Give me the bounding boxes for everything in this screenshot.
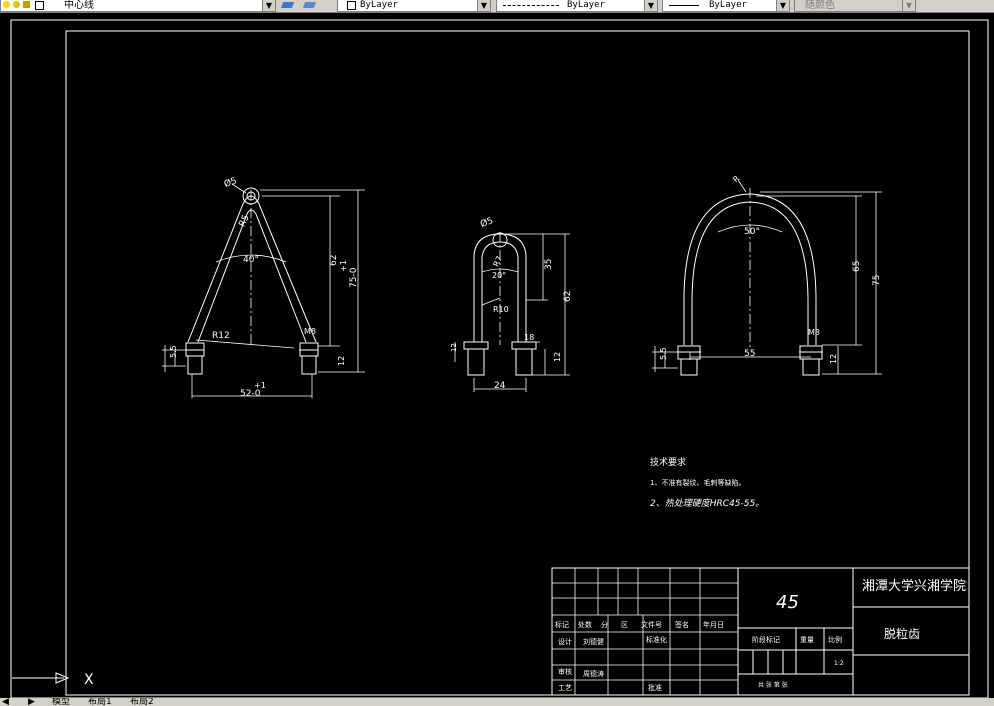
header-docno: 文件号 (641, 620, 662, 629)
dim-angle: 40° (243, 255, 259, 265)
sun-icon (13, 1, 20, 8)
layout-tabs: ◀ ▶ 模型 布局1 布局2 (0, 698, 994, 706)
ucs-icon: X (12, 672, 94, 688)
plotstyle-value: 随颜色 (805, 0, 835, 11)
dim-b1: 12 (553, 352, 562, 362)
row-std: 标准化 (646, 635, 667, 644)
material-label: 45 (776, 592, 799, 613)
dim-r2: R12 (212, 331, 230, 341)
left-view: Ø5 R5 40° 62 +1 75-0 R12 M8 +1 52-0 12 5… (162, 175, 365, 399)
layer-dropdown[interactable]: 中心线 ▼ (0, 0, 276, 12)
lineweight-preview-icon (669, 5, 699, 6)
scale-label: 比例 (828, 635, 842, 644)
dim-h2: 62 (563, 291, 573, 302)
lineweight-dropdown[interactable]: ByLayer ▼ (662, 0, 790, 12)
right-view-dims (652, 179, 882, 375)
chevron-down-icon[interactable]: ▼ (644, 0, 657, 11)
header-zone: 分 (601, 620, 608, 629)
color-swatch-icon (35, 1, 44, 10)
dim-h1: 65 (852, 261, 862, 272)
linetype-value: ByLayer (567, 0, 605, 10)
dim-h2: 75 (872, 275, 882, 286)
middle-view-dims (454, 232, 570, 392)
drawing-canvas[interactable]: Ø5 R5 40° 62 +1 75-0 R12 M8 +1 52-0 12 5… (0, 12, 994, 702)
dim-h2-tol: +1 (339, 260, 348, 272)
right-view: R 50° 65 75 M8 55 12 5.5 (652, 174, 882, 376)
color-swatch-icon (347, 1, 356, 10)
lightbulb-icon (3, 1, 10, 8)
dim-dia: Ø5 (479, 215, 495, 230)
layer-name: 中心线 (64, 0, 94, 11)
tab-nav-next-icon[interactable]: ▶ (28, 698, 35, 706)
dim-m: M8 (808, 328, 820, 337)
dim-r2: R10 (493, 305, 509, 314)
dim-w: 24 (494, 381, 506, 391)
title-block-labels: 45 湘潭大学兴湘学院 脱粒齿 标记 处数 分 区 文件号 签名 年月日 设计 … (555, 578, 966, 692)
dim-h1: 35 (544, 259, 554, 270)
dim-b3: 18 (524, 333, 534, 342)
row-design-name: 刘德健 (583, 637, 604, 646)
layer-previous-button[interactable] (302, 0, 318, 11)
lineweight-value: ByLayer (709, 0, 747, 10)
tab-layout1[interactable]: 布局1 (88, 698, 112, 706)
color-dropdown[interactable]: ByLayer ▼ (337, 0, 491, 12)
tab-nav-first-icon[interactable]: ◀ (2, 698, 9, 706)
lock-icon (23, 1, 30, 8)
middle-view: Ø5 R7 20° R10 35 62 18 12 12 24 (450, 215, 573, 392)
tab-layout2[interactable]: 布局2 (130, 698, 154, 706)
sheet-info: 共 张 第 张 (758, 681, 788, 689)
left-view-outline (185, 187, 319, 375)
notes-title: 技术要求 (650, 456, 686, 468)
dim-r: R7 (492, 255, 505, 268)
header-count: 处数 (578, 620, 592, 629)
stage-mark: 阶段标记 (752, 635, 780, 644)
dim-dia: Ø5 (223, 175, 239, 190)
dim-b1: 12 (829, 354, 838, 364)
row-design: 设计 (558, 637, 572, 646)
left-view-labels: Ø5 R5 40° 62 +1 75-0 R12 M8 +1 52-0 12 5… (169, 175, 359, 399)
dim-w: 55 (744, 349, 755, 359)
school-name: 湘潭大学兴湘学院 (862, 578, 966, 594)
row-approve: 批准 (648, 683, 662, 692)
notes-line2: 2、热处理硬度HRC45-55。 (650, 498, 764, 509)
paper-border (10, 19, 989, 699)
layers-previous-icon (302, 2, 317, 8)
dim-h2: 75-0 (349, 267, 359, 288)
linetype-dropdown[interactable]: ByLayer ▼ (496, 0, 658, 12)
header-mark: 标记 (555, 620, 569, 629)
dim-b1: 12 (337, 356, 346, 366)
row-craft: 工艺 (558, 684, 572, 692)
dim-b2: 5.5 (659, 347, 668, 360)
linetype-preview-icon (503, 5, 559, 6)
color-value: ByLayer (360, 0, 398, 10)
row-check: 审核 (558, 667, 572, 676)
dim-r: R5 (238, 213, 252, 228)
dim-h1: 62 (329, 255, 339, 266)
dim-m: M8 (304, 327, 316, 336)
tab-model[interactable]: 模型 (52, 698, 70, 706)
dim-b2: 12 (450, 343, 458, 352)
dim-w: 52-0 (240, 389, 261, 399)
technical-notes: 技术要求 1、不准有裂纹、毛刺等缺陷。 2、热处理硬度HRC45-55。 (650, 456, 764, 509)
chevron-down-icon[interactable]: ▼ (262, 0, 275, 11)
dim-angle: 50° (744, 227, 760, 237)
notes-line1: 1、不准有裂纹、毛刺等缺陷。 (650, 478, 745, 487)
ucs-x-label: X (84, 672, 94, 688)
make-layer-current-button[interactable] (280, 0, 296, 11)
chevron-down-icon[interactable]: ▼ (776, 0, 789, 11)
chevron-down-icon[interactable]: ▼ (902, 0, 915, 11)
layers-icon (280, 2, 295, 8)
row-check-name: 周德涛 (583, 669, 604, 678)
header-sign: 签名 (675, 620, 689, 629)
scale-value: 1:2 (834, 660, 844, 667)
weight-label: 重量 (800, 636, 814, 644)
dim-b2: 5.5 (169, 345, 178, 358)
dim-angle: 20° (492, 271, 506, 280)
plotstyle-dropdown[interactable]: 随颜色 ▼ (794, 0, 916, 12)
part-name: 脱粒齿 (884, 626, 920, 641)
header-zone2: 区 (621, 621, 628, 629)
chevron-down-icon[interactable]: ▼ (477, 0, 490, 11)
header-date: 年月日 (703, 620, 724, 629)
